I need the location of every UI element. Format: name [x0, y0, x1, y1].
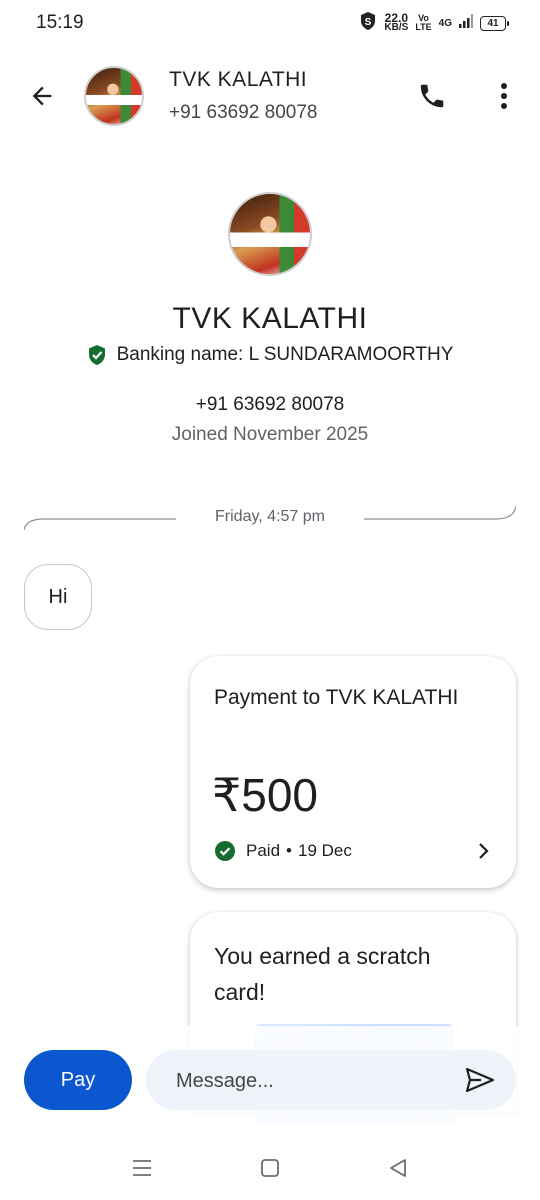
- network-type: 4G: [438, 17, 452, 29]
- joined-date: Joined November 2025: [171, 424, 369, 445]
- payment-date: 19 Dec: [297, 841, 352, 860]
- date-label: Friday, 4:57 pm: [215, 508, 325, 525]
- home-icon: [261, 1159, 279, 1177]
- nav-recents-button[interactable]: [126, 1154, 158, 1182]
- payment-status: Paid: [246, 841, 281, 860]
- banking-name-row: Banking name: L SUNDARAMOORTHY: [0, 344, 540, 366]
- header-contact-name[interactable]: TVK KALATHI: [169, 68, 307, 92]
- send-icon: [465, 1067, 495, 1093]
- profile-avatar: [228, 192, 312, 276]
- send-button[interactable]: [462, 1062, 498, 1098]
- battery-indicator: 41: [480, 15, 509, 31]
- status-time: 15:19: [36, 12, 84, 33]
- check-circle-icon: [215, 841, 235, 861]
- message-input[interactable]: [174, 1050, 448, 1112]
- status-separator: •: [286, 841, 292, 860]
- signal-icon: [459, 13, 473, 33]
- profile-name: TVK KALATHI: [172, 302, 368, 335]
- status-bar: 15:19 S 22.0 KB/S Vo LTE 4G 41: [0, 0, 540, 46]
- scratch-card-title: You earned a scratch card!: [214, 943, 431, 1005]
- pay-button[interactable]: Pay: [24, 1050, 132, 1110]
- nav-back-button[interactable]: [382, 1154, 414, 1182]
- message-box: [146, 1050, 516, 1112]
- back-button[interactable]: [22, 76, 62, 116]
- more-vert-icon: [501, 83, 507, 109]
- volte-indicator: Vo LTE: [415, 13, 432, 32]
- status-icons: S 22.0 KB/S Vo LTE 4G 41: [359, 11, 509, 36]
- incoming-message-bubble[interactable]: Hi: [24, 564, 92, 630]
- chevron-right-icon: [479, 843, 489, 859]
- payment-card[interactable]: Payment to TVK KALATHI ₹500 Paid • 19 De…: [190, 656, 516, 888]
- header-contact-phone: +91 63692 80078: [169, 102, 318, 123]
- menu-icon: [133, 1160, 151, 1176]
- more-options-button[interactable]: [486, 76, 522, 116]
- payment-status-row: Paid • 19 Dec: [214, 840, 352, 862]
- network-speed: 22.0 KB/S: [384, 11, 409, 33]
- svg-text:S: S: [365, 17, 372, 28]
- arrow-back-icon: [32, 86, 52, 106]
- payment-title: Payment to TVK KALATHI: [214, 686, 459, 709]
- banking-name: Banking name: L SUNDARAMOORTHY: [116, 344, 454, 365]
- nav-home-button[interactable]: [254, 1154, 286, 1182]
- message-text: Hi: [48, 585, 68, 608]
- triangle-back-icon: [390, 1159, 406, 1177]
- payment-amount: ₹500: [212, 769, 319, 821]
- shield-check-icon: [88, 345, 105, 365]
- phone-icon: [420, 84, 444, 108]
- shield-s-icon: S: [359, 11, 377, 36]
- profile-phone: +91 63692 80078: [195, 394, 345, 415]
- header-avatar[interactable]: [84, 66, 144, 126]
- call-button[interactable]: [412, 76, 452, 116]
